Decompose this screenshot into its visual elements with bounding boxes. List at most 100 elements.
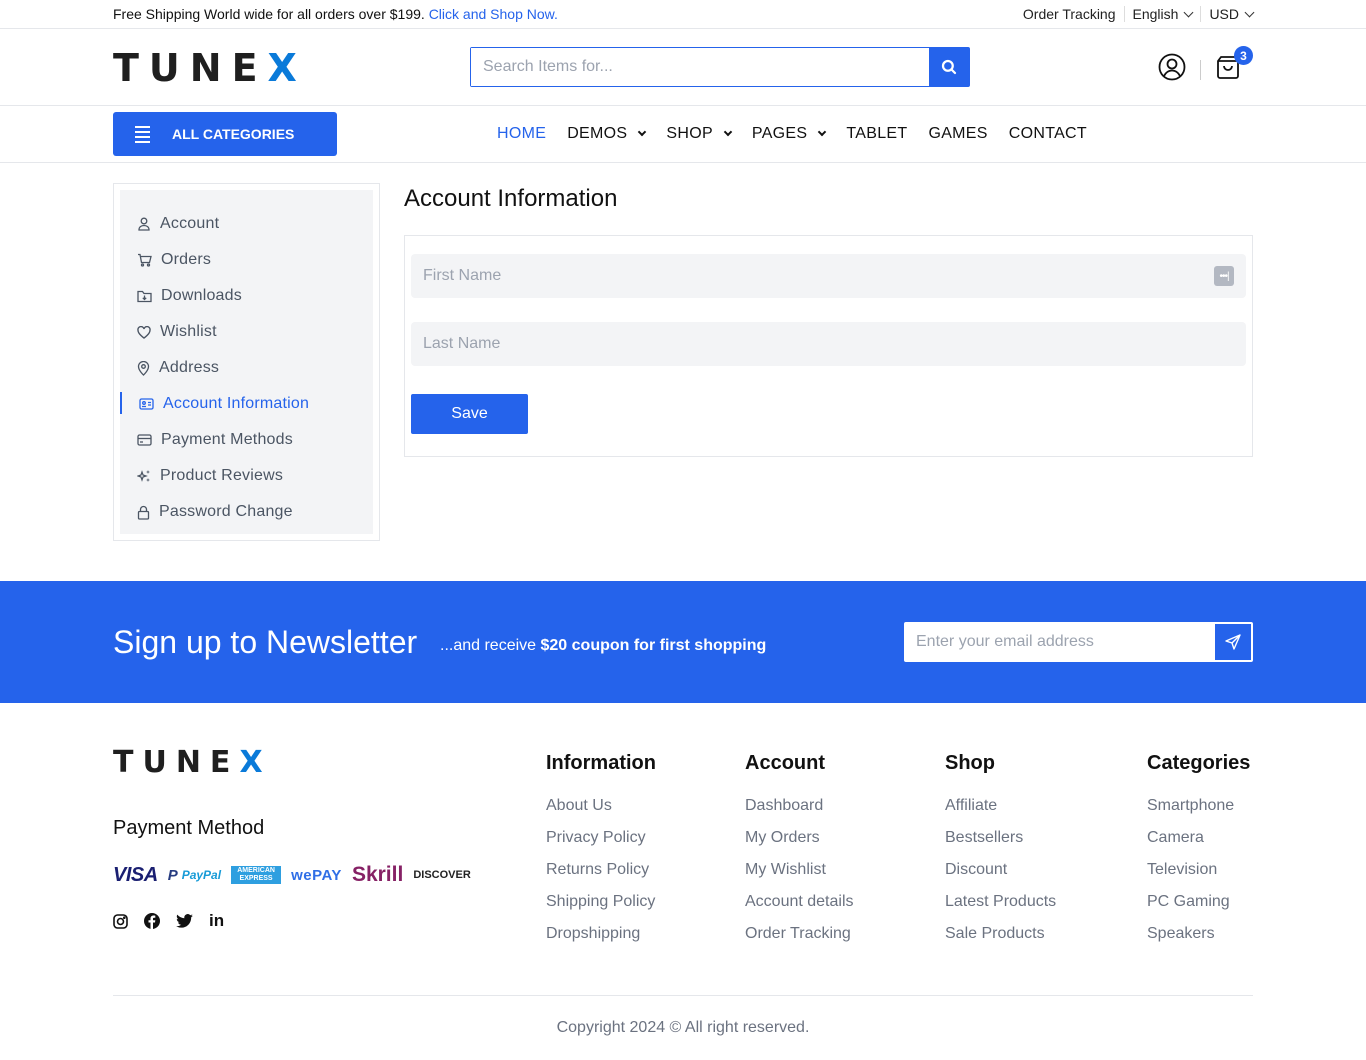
twitter-icon[interactable] bbox=[176, 914, 193, 928]
instagram-icon[interactable] bbox=[113, 913, 128, 929]
chevron-down-icon bbox=[723, 127, 733, 137]
newsletter-section: Sign up to Newsletter ...and receive $20… bbox=[0, 581, 1366, 703]
nav-pages[interactable]: PAGES bbox=[751, 125, 827, 143]
nav-label: CONTACT bbox=[1008, 125, 1087, 142]
sidebar-menu: Account Orders Downloads Wishlist Addres… bbox=[120, 190, 373, 534]
map-pin-icon bbox=[137, 360, 150, 376]
cart-button[interactable]: 3 bbox=[1215, 46, 1253, 85]
shop-now-link[interactable]: Click and Shop Now. bbox=[429, 6, 558, 22]
chevron-down-icon bbox=[818, 127, 827, 137]
sidebar-item-wishlist[interactable]: Wishlist bbox=[120, 314, 373, 350]
footer-link[interactable]: Discount bbox=[945, 861, 1056, 893]
nav-home[interactable]: HOME bbox=[497, 125, 546, 143]
footer-logo[interactable]: TUNEX bbox=[113, 748, 272, 778]
footer-link[interactable]: Latest Products bbox=[945, 893, 1056, 925]
footer-link[interactable]: Television bbox=[1147, 861, 1250, 893]
last-name-field bbox=[411, 322, 1246, 366]
sidebar-item-label: Downloads bbox=[161, 287, 242, 304]
paypal-text: PayPal bbox=[181, 868, 222, 882]
language-select[interactable]: English bbox=[1125, 6, 1201, 22]
sidebar-item-label: Account bbox=[160, 215, 220, 232]
cart-count-badge: 3 bbox=[1234, 46, 1253, 65]
footer-link[interactable]: Returns Policy bbox=[546, 861, 656, 893]
payment-method-title: Payment Method bbox=[113, 817, 265, 839]
search-input[interactable] bbox=[471, 48, 929, 86]
header-icons: 3 bbox=[1158, 46, 1253, 86]
password-manager-icon[interactable]: •••| bbox=[1214, 266, 1234, 286]
footer-link[interactable]: PC Gaming bbox=[1147, 893, 1250, 925]
social-links: in bbox=[113, 911, 224, 931]
nav-games[interactable]: GAMES bbox=[928, 125, 987, 143]
footer-link[interactable]: My Wishlist bbox=[745, 861, 854, 893]
sidebar-item-product-reviews[interactable]: Product Reviews bbox=[120, 458, 373, 494]
first-name-input[interactable] bbox=[423, 267, 1214, 285]
nav-menu: HOME DEMOS SHOP PAGES TABLET GAMES CONTA… bbox=[497, 125, 1108, 143]
account-button[interactable] bbox=[1158, 53, 1186, 86]
sidebar-item-label: Password Change bbox=[159, 503, 293, 520]
sidebar-item-label: Address bbox=[159, 359, 220, 376]
footer-link[interactable]: Speakers bbox=[1147, 925, 1250, 957]
footer-link[interactable]: Shipping Policy bbox=[546, 893, 656, 925]
subtitle-highlight: $20 coupon for first shopping bbox=[540, 637, 767, 654]
user-circle-icon bbox=[1158, 53, 1186, 81]
account-info-form: •••| Save bbox=[404, 235, 1253, 457]
currency-select[interactable]: USD bbox=[1201, 6, 1255, 22]
discover-logo: DISCOVER bbox=[413, 869, 471, 881]
newsletter-submit-button[interactable] bbox=[1215, 624, 1251, 660]
logo-accent: X bbox=[267, 46, 307, 90]
footer-link[interactable]: About Us bbox=[546, 797, 656, 829]
footer-link[interactable]: Order Tracking bbox=[745, 925, 854, 957]
currency-value: USD bbox=[1209, 6, 1239, 22]
nav-label: PAGES bbox=[751, 125, 808, 142]
sidebar-item-address[interactable]: Address bbox=[120, 350, 373, 386]
footer-column-title: Categories bbox=[1147, 752, 1251, 774]
footer-link[interactable]: Dropshipping bbox=[546, 925, 656, 957]
nav-label: SHOP bbox=[666, 125, 713, 142]
footer-link[interactable]: Privacy Policy bbox=[546, 829, 656, 861]
footer-link[interactable]: Bestsellers bbox=[945, 829, 1056, 861]
footer-column-categories: Categories Smartphone Camera Television … bbox=[1147, 752, 1250, 957]
sidebar-item-account[interactable]: Account bbox=[120, 206, 373, 242]
sparkles-icon bbox=[137, 470, 150, 482]
search-button[interactable] bbox=[929, 48, 969, 86]
paypal-logo: P PayPal bbox=[167, 866, 222, 884]
nav-shop[interactable]: SHOP bbox=[666, 125, 733, 143]
newsletter-email-input[interactable] bbox=[906, 624, 1215, 660]
footer-link[interactable]: My Orders bbox=[745, 829, 854, 861]
newsletter-form bbox=[904, 622, 1253, 662]
sidebar-item-label: Account Information bbox=[163, 395, 310, 412]
footer-link[interactable]: Account details bbox=[745, 893, 854, 925]
last-name-input[interactable] bbox=[423, 335, 1234, 353]
nav-demos[interactable]: DEMOS bbox=[567, 125, 647, 143]
footer-link[interactable]: Affiliate bbox=[945, 797, 1056, 829]
footer-link[interactable]: Dashboard bbox=[745, 797, 854, 829]
sidebar-item-account-information[interactable]: Account Information bbox=[120, 386, 373, 422]
top-bar: Free Shipping World wide for all orders … bbox=[0, 0, 1366, 29]
facebook-icon[interactable] bbox=[144, 913, 160, 929]
footer-link[interactable]: Sale Products bbox=[945, 925, 1056, 957]
sidebar-item-orders[interactable]: Orders bbox=[120, 242, 373, 278]
search-bar bbox=[470, 47, 970, 87]
all-categories-button[interactable]: ALL CATEGORIES bbox=[113, 112, 337, 156]
logo-accent: X bbox=[239, 745, 272, 780]
skrill-logo: Skrill bbox=[351, 863, 404, 886]
save-button[interactable]: Save bbox=[411, 394, 528, 434]
nav-contact[interactable]: CONTACT bbox=[1009, 125, 1087, 143]
promo-text: Free Shipping World wide for all orders … bbox=[113, 6, 425, 22]
footer-column-title: Account bbox=[745, 752, 825, 774]
footer-column-title: Information bbox=[546, 752, 656, 774]
order-tracking-link[interactable]: Order Tracking bbox=[1015, 6, 1124, 22]
nav-tablet[interactable]: TABLET bbox=[846, 125, 907, 143]
credit-card-icon bbox=[137, 434, 152, 446]
linkedin-icon[interactable]: in bbox=[209, 911, 224, 931]
sidebar-item-payment-methods[interactable]: Payment Methods bbox=[120, 422, 373, 458]
sidebar-item-password-change[interactable]: Password Change bbox=[120, 494, 373, 530]
footer-link[interactable]: Smartphone bbox=[1147, 797, 1250, 829]
footer-link[interactable]: Camera bbox=[1147, 829, 1250, 861]
logo[interactable]: TUNEX bbox=[113, 49, 307, 87]
top-bar-utilities: Order Tracking English USD bbox=[1015, 6, 1255, 22]
menu-icon bbox=[135, 125, 150, 143]
heart-icon bbox=[137, 325, 151, 339]
sidebar-item-downloads[interactable]: Downloads bbox=[120, 278, 373, 314]
footer-column-information: Information About Us Privacy Policy Retu… bbox=[546, 752, 656, 957]
